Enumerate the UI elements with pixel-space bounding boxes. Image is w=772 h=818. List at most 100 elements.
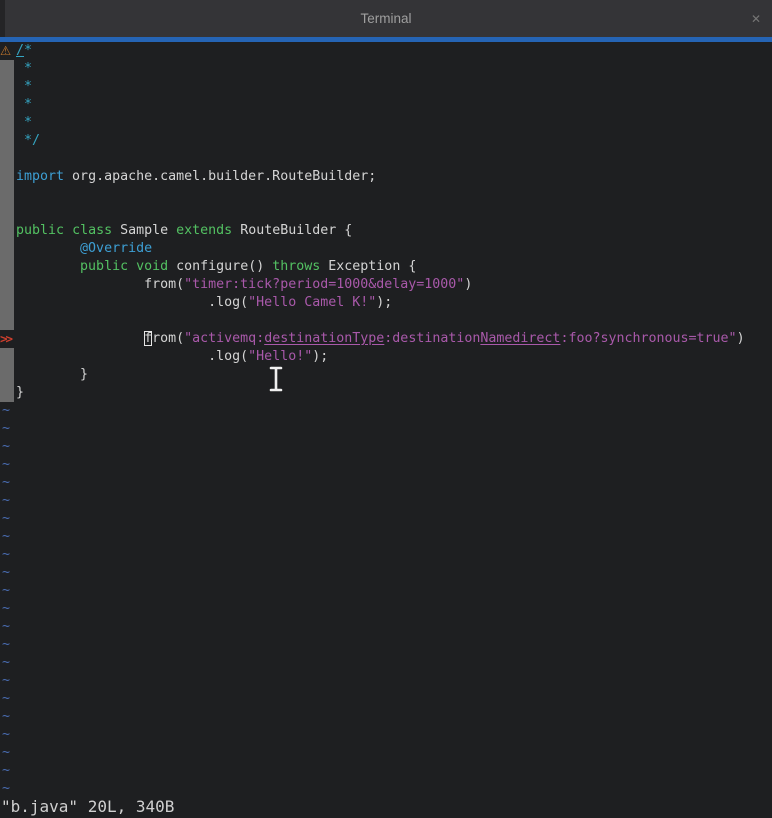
code-token: throws — [272, 259, 320, 274]
code-token: from( — [16, 277, 184, 292]
code-token: Exception { — [320, 259, 416, 274]
empty-buffer-tilde: ~ — [0, 762, 772, 780]
sign-column — [0, 204, 14, 222]
code-token: RouteBuilder { — [232, 223, 352, 238]
code-text: * — [14, 114, 32, 132]
empty-buffer-tilde: ~ — [0, 438, 772, 456]
code-line: * — [0, 60, 772, 78]
sign-column — [0, 276, 14, 294]
sign-column — [0, 78, 14, 96]
code-token: Namedirect — [480, 331, 560, 346]
sign-column — [0, 348, 14, 366]
code-token: public — [80, 259, 128, 274]
close-icon[interactable]: ✕ — [751, 13, 761, 25]
code-line — [0, 204, 772, 222]
code-token: destinationType — [264, 331, 384, 346]
empty-buffer-tilde: ~ — [0, 636, 772, 654]
code-line: import org.apache.camel.builder.RouteBui… — [0, 168, 772, 186]
empty-buffer-tilde: ~ — [0, 474, 772, 492]
code-line — [0, 186, 772, 204]
terminal-screen[interactable]: ⚠/* * * * * */import org.apache.camel.bu… — [0, 42, 772, 818]
code-line: public void configure() throws Exception… — [0, 258, 772, 276]
sign-column — [0, 60, 14, 78]
code-token: extends — [176, 223, 232, 238]
code-token: :foo?synchronous=true" — [560, 331, 736, 346]
empty-buffer-tilde: ~ — [0, 582, 772, 600]
sign-column — [0, 222, 14, 240]
empty-buffer-tilde: ~ — [0, 600, 772, 618]
sign-column — [0, 366, 14, 384]
sign-column — [0, 294, 14, 312]
code-line: ⚠/* — [0, 42, 772, 60]
empty-buffer-tilde: ~ — [0, 654, 772, 672]
code-token: import — [16, 169, 64, 184]
code-token: ); — [376, 295, 392, 310]
code-token: * — [16, 115, 32, 130]
empty-buffer-tilde: ~ — [0, 726, 772, 744]
code-token: * — [16, 61, 32, 76]
code-token: "timer:tick?period=1000&delay=1000" — [184, 277, 464, 292]
empty-buffer-tilde: ~ — [0, 708, 772, 726]
empty-buffer-tilde: ~ — [0, 510, 772, 528]
code-line: >> from("activemq:destinationType:destin… — [0, 330, 772, 348]
code-text — [14, 186, 16, 204]
code-token: ); — [312, 349, 328, 364]
code-token: / — [16, 43, 24, 58]
code-token — [16, 259, 80, 274]
code-token: rom( — [152, 331, 184, 346]
sign-column — [0, 258, 14, 276]
code-token: "Hello Camel K!" — [248, 295, 376, 310]
code-token: configure() — [168, 259, 272, 274]
code-text: from("timer:tick?period=1000&delay=1000"… — [14, 276, 472, 294]
empty-buffer-tilde: ~ — [0, 672, 772, 690]
code-token: * — [24, 43, 32, 58]
code-text — [14, 204, 16, 222]
code-line: public class Sample extends RouteBuilder… — [0, 222, 772, 240]
sign-column — [0, 132, 14, 150]
empty-buffer-tilde: ~ — [0, 618, 772, 636]
code-text: .log("Hello!"); — [14, 348, 328, 366]
sign-column — [0, 384, 14, 402]
code-token: Sample — [112, 223, 176, 238]
code-token: .log( — [16, 349, 248, 364]
code-line: .log("Hello Camel K!"); — [0, 294, 772, 312]
empty-buffer-tilde: ~ — [0, 564, 772, 582]
code-text — [14, 312, 16, 330]
code-line: * — [0, 96, 772, 114]
code-token: .log( — [16, 295, 248, 310]
code-text: * — [14, 60, 32, 78]
empty-buffer-tilde: ~ — [0, 546, 772, 564]
code-text: } — [14, 384, 24, 402]
sign-column — [0, 150, 14, 168]
code-token: public — [16, 223, 64, 238]
code-token: void — [136, 259, 168, 274]
code-text: public void configure() throws Exception… — [14, 258, 416, 276]
code-line: } — [0, 366, 772, 384]
code-text: */ — [14, 132, 40, 150]
jump-sign-icon: >> — [0, 330, 14, 348]
warning-sign-icon: ⚠ — [0, 42, 14, 60]
window-titlebar[interactable]: Terminal ✕ — [0, 0, 772, 37]
code-token: ) — [464, 277, 472, 292]
code-token — [16, 241, 80, 256]
code-token: * — [16, 79, 32, 94]
empty-buffer-tilde: ~ — [0, 402, 772, 420]
window-title: Terminal — [360, 11, 411, 26]
sign-column — [0, 168, 14, 186]
code-token: class — [72, 223, 112, 238]
code-line: .log("Hello!"); — [0, 348, 772, 366]
empty-buffer-tilde: ~ — [0, 780, 772, 798]
code-token — [64, 223, 72, 238]
sign-column — [0, 96, 14, 114]
vim-cursor: f — [144, 331, 152, 346]
code-token — [16, 331, 144, 346]
code-token: "Hello!" — [248, 349, 312, 364]
code-line: } — [0, 384, 772, 402]
code-text: import org.apache.camel.builder.RouteBui… — [14, 168, 376, 186]
sign-column — [0, 114, 14, 132]
code-line: @Override — [0, 240, 772, 258]
code-text: * — [14, 96, 32, 114]
code-token — [128, 259, 136, 274]
code-line — [0, 150, 772, 168]
code-text: * — [14, 78, 32, 96]
